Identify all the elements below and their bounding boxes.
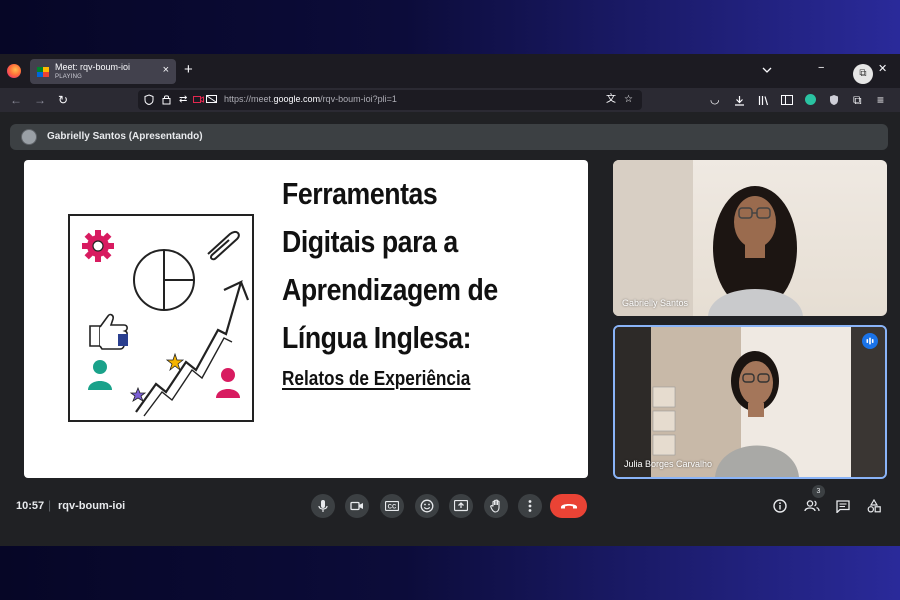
camera-icon <box>350 501 363 511</box>
sidebar-icon[interactable] <box>781 95 793 105</box>
present-screen-icon <box>454 500 468 512</box>
people-button[interactable] <box>802 496 822 516</box>
library-icon[interactable] <box>758 95 769 106</box>
tab-title: Meet: rqv-boum-ioi <box>55 62 131 72</box>
extensions-puzzle-icon[interactable]: ⧉ <box>853 92 862 108</box>
captions-button[interactable]: CC <box>380 494 404 518</box>
back-arrow-icon[interactable]: ← <box>10 92 22 108</box>
list-all-tabs-icon[interactable] <box>762 66 772 74</box>
participant-tile[interactable]: Gabrielly Santos <box>613 160 887 316</box>
participant-video <box>613 160 803 316</box>
captions-icon: CC <box>385 501 399 511</box>
minimize-button[interactable]: − <box>818 62 824 74</box>
extension-a-icon[interactable] <box>805 94 816 105</box>
permissions-icon[interactable]: ⇄ <box>179 93 187 107</box>
chat-button[interactable] <box>833 496 853 516</box>
translate-icon[interactable]: 文 <box>606 93 616 107</box>
google-meet-favicon-icon <box>37 66 49 77</box>
meeting-details-button[interactable] <box>770 496 790 516</box>
reactions-button[interactable] <box>415 494 439 518</box>
firefox-logo-icon[interactable] <box>7 64 21 78</box>
pocket-icon[interactable]: ◡ <box>710 92 720 108</box>
browser-window: Meet: rqv-boum-ioi PLAYING × + − ⧉ ✕ ← →… <box>0 54 900 546</box>
slide-title: Ferramentas Digitais para a Aprendizagem… <box>282 176 498 355</box>
leave-call-button[interactable] <box>550 494 587 518</box>
reload-icon[interactable]: ↻ <box>58 92 68 108</box>
more-vertical-icon <box>528 500 532 512</box>
gear-icon <box>82 230 114 262</box>
meeting-clock: 10:57 <box>16 500 45 512</box>
extension-overlay-icon[interactable]: ⧉ <box>853 64 873 84</box>
tab-strip: Meet: rqv-boum-ioi PLAYING × + − ⧉ ✕ <box>0 54 900 88</box>
shared-presentation-slide: Ferramentas Digitais para a Aprendizagem… <box>24 160 588 478</box>
pie-chart-icon <box>133 249 195 311</box>
info-icon <box>773 499 787 513</box>
ublock-shield-icon[interactable] <box>829 94 839 106</box>
downloads-icon[interactable] <box>734 95 745 106</box>
microphone-icon <box>318 500 328 512</box>
svg-text:CC: CC <box>388 505 397 511</box>
browser-tab-meet[interactable]: Meet: rqv-boum-ioi PLAYING × <box>30 59 176 84</box>
raise-hand-button[interactable] <box>484 494 508 518</box>
participant-name: Julia Borges Carvalho <box>624 459 713 469</box>
meeting-code: rqv-boum-ioi <box>58 500 126 512</box>
hang-up-icon <box>560 504 577 509</box>
participant-name: Gabrielly Santos <box>622 298 689 308</box>
footer-separator: | <box>48 498 52 512</box>
shield-icon[interactable] <box>144 94 154 105</box>
microphone-button[interactable] <box>311 494 335 518</box>
tab-close-icon[interactable]: × <box>163 64 169 76</box>
presenter-avatar <box>21 129 37 145</box>
close-window-button[interactable]: ✕ <box>878 62 887 75</box>
address-bar[interactable]: ⇄ https://meet.google.com/rqv-boum-ioi?p… <box>138 90 642 110</box>
camera-button[interactable] <box>345 494 369 518</box>
navigation-toolbar: ← → ↻ ⇄ https://meet.google.com/rqv-boum… <box>0 88 900 112</box>
screen-sharing-icon[interactable] <box>206 95 217 104</box>
camera-sharing-icon[interactable] <box>193 95 204 104</box>
tab-playing-status: PLAYING <box>55 74 82 80</box>
participant-tile-active-speaker[interactable]: Julia Borges Carvalho <box>613 325 887 479</box>
slide-subtitle: Relatos de Experiência <box>282 368 471 390</box>
new-tab-button[interactable]: + <box>184 61 193 78</box>
menu-hamburger-icon[interactable]: ≡ <box>877 92 884 108</box>
speaking-indicator-icon <box>862 333 878 349</box>
bookmark-star-icon[interactable]: ☆ <box>624 93 633 107</box>
chat-icon <box>836 499 850 513</box>
people-icon <box>804 500 820 512</box>
presenter-label: Gabrielly Santos (Apresentando) <box>47 131 203 142</box>
present-screen-button[interactable] <box>449 494 473 518</box>
presenter-banner: Gabrielly Santos (Apresentando) <box>10 124 888 150</box>
raise-hand-icon <box>489 499 500 513</box>
emoji-icon <box>420 499 434 513</box>
more-options-button[interactable] <box>518 494 542 518</box>
activities-shapes-icon <box>867 499 881 513</box>
url-text[interactable]: https://meet.google.com/rqv-boum-ioi?pli… <box>224 94 397 104</box>
participant-video <box>615 327 885 477</box>
lock-icon[interactable] <box>162 94 171 105</box>
forward-arrow-icon[interactable]: → <box>34 92 46 108</box>
growth-chart-illustration <box>68 214 254 422</box>
activities-button[interactable] <box>864 496 884 516</box>
